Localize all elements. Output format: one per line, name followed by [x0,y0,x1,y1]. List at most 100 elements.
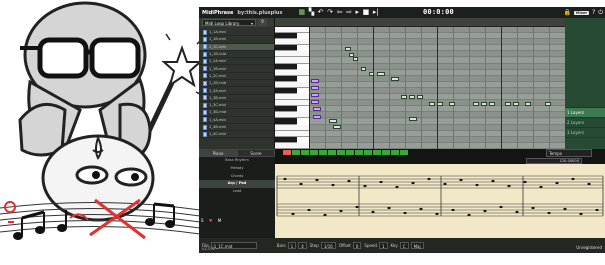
file-list-item[interactable]: 1_3D.mid [199,109,274,117]
score-note[interactable] [435,212,439,216]
score-note[interactable] [331,183,335,187]
midi-note[interactable] [409,95,415,99]
midi-note[interactable] [377,72,385,76]
score-note[interactable] [403,211,407,215]
score-note[interactable] [523,180,527,184]
midi-note[interactable] [311,93,319,97]
midi-note[interactable] [361,67,366,71]
midi-note[interactable] [505,102,511,106]
file-list-item[interactable]: 1_4B.mid [199,124,274,132]
midi-note[interactable] [329,119,337,123]
midi-note[interactable] [311,86,319,90]
timeline-ruler[interactable] [275,18,565,27]
track-item[interactable]: Lead [199,188,275,196]
track-item[interactable]: Arp / Pad [199,180,275,189]
help-icon[interactable]: ? [592,9,595,16]
midi-note[interactable] [333,125,341,129]
score-note[interactable] [347,179,351,183]
score-note[interactable] [451,208,455,212]
tempo-select[interactable]: Tempo [546,149,592,157]
midi-note[interactable] [525,102,531,106]
mute-icon[interactable]: M [218,218,221,223]
score-note[interactable] [379,180,383,184]
score-note[interactable] [339,209,343,213]
offset-field[interactable]: 0 [352,242,362,249]
midi-note[interactable] [311,79,319,83]
solo-icon[interactable]: S [201,218,204,223]
file-list-item[interactable]: 1_3A.mid [199,87,274,95]
midi-note[interactable] [437,102,443,106]
midi-note[interactable] [545,102,551,106]
score-note[interactable] [579,212,583,216]
scale-field[interactable]: Maj [410,242,424,249]
grid-icon[interactable]: ▦ [298,7,305,18]
file-list-item[interactable]: 1_2C.mid [199,73,274,81]
layer-item[interactable] [565,98,605,108]
score-note[interactable] [483,209,487,213]
pattern-cell[interactable] [391,150,399,155]
pattern-cell[interactable] [301,150,309,155]
midi-note[interactable] [429,102,435,106]
file-field[interactable]: 1_1C.mid [210,242,257,249]
file-list-item[interactable]: 1_1D.mid [199,51,274,59]
speed-field[interactable]: 1 [378,242,388,249]
score-note[interactable] [595,208,599,212]
pattern-strip[interactable] [283,149,423,156]
track-item[interactable]: Bass Rhythm [199,157,275,165]
layer-item[interactable]: 1 Layers [565,108,605,118]
pattern-cell[interactable] [400,150,408,155]
score-note[interactable] [515,210,519,214]
midi-note[interactable] [409,117,417,121]
midi-note[interactable] [401,95,407,99]
white-key[interactable] [275,142,309,149]
pattern-cell[interactable] [355,150,363,155]
score-note[interactable] [371,210,375,214]
score-note[interactable] [507,184,511,188]
score-note[interactable] [419,207,423,211]
note-grid[interactable] [309,27,565,149]
mixer-button[interactable]: Mixer [574,10,590,15]
track-item[interactable]: Chords [199,173,275,181]
file-list-item[interactable]: 1_4C.mid [199,131,274,139]
score-note[interactable] [283,177,287,181]
score-note[interactable] [307,208,311,212]
score-note[interactable] [291,212,295,216]
score-note[interactable] [571,177,575,181]
pattern-cell[interactable] [292,150,300,155]
layer-item[interactable]: 2 Layers [565,118,605,128]
next-icon[interactable]: ▸| [373,7,379,18]
pattern-cell[interactable] [283,150,291,155]
pattern-cell[interactable] [346,150,354,155]
midi-note[interactable] [391,77,399,81]
score-note[interactable] [587,182,591,186]
tab-score[interactable]: Score [237,149,275,157]
score-note[interactable] [299,182,303,186]
track-item[interactable] [199,196,275,204]
midi-note[interactable] [473,102,479,106]
heart-icon[interactable]: ♥ [209,218,213,223]
score-note[interactable] [427,177,431,181]
track-item[interactable] [199,204,275,212]
file-list-item[interactable]: 1_2B.mid [199,65,274,73]
score-note[interactable] [443,182,447,186]
midi-note[interactable] [369,72,374,76]
layer-item[interactable]: 3 Layers [565,128,605,138]
score-view[interactable] [275,164,605,240]
pattern-cell[interactable] [364,150,372,155]
file-list-item[interactable]: 1_2A.mid [199,58,274,66]
score-note[interactable] [499,205,503,209]
library-select[interactable]: Midi Loop Library ▾ [202,19,256,26]
score-note[interactable] [387,206,391,210]
redo-icon[interactable]: ↷ [327,7,333,18]
pattern-cell[interactable] [328,150,336,155]
pattern-cell[interactable] [373,150,381,155]
file-list-item[interactable]: 1_1C.mid [199,43,274,51]
track-item[interactable]: Melody [199,165,275,173]
midi-note[interactable] [513,102,519,106]
undo-icon[interactable]: ↶ [318,7,324,18]
piano-keyboard[interactable] [275,27,309,149]
file-list-item[interactable]: 1_1B.mid [199,36,274,44]
score-note[interactable] [547,211,551,215]
midi-note[interactable] [313,107,321,111]
key-field[interactable]: C [399,242,409,249]
